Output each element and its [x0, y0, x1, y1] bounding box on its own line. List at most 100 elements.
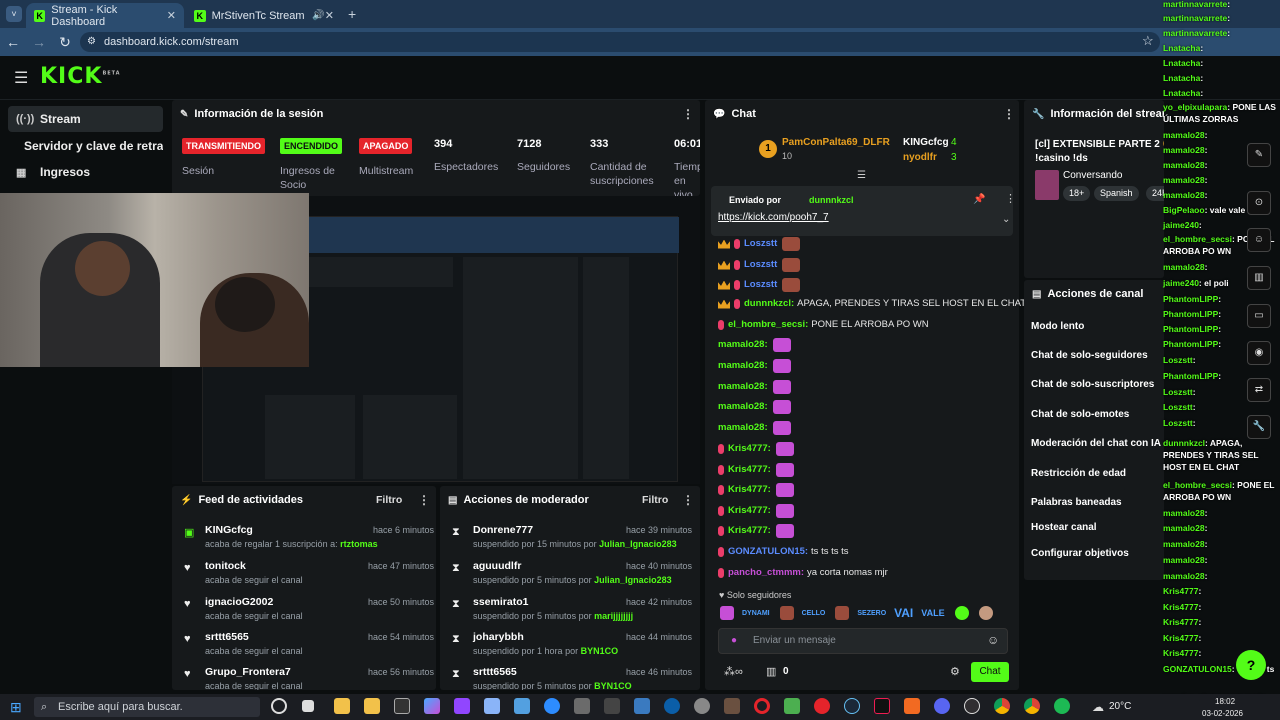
tiktok-icon[interactable]	[874, 698, 890, 714]
mod-user[interactable]: BYN1CO	[581, 646, 619, 656]
close-icon[interactable]: ✕	[325, 9, 334, 22]
action-host-channel[interactable]: Hostear canal	[1031, 522, 1097, 533]
mod-user[interactable]: marijjjjjjjj	[594, 611, 633, 621]
chat-user[interactable]: GONZATULON15:	[728, 543, 808, 561]
sidebar-item-ingresos[interactable]: ▦ Ingresos	[8, 159, 163, 185]
document-icon[interactable]: ▥	[1247, 266, 1271, 290]
chat-user[interactable]: el_hombre_secsi:	[728, 316, 808, 334]
site-info-icon[interactable]: ⚙	[87, 32, 96, 52]
emote-icon[interactable]	[720, 606, 734, 620]
tab-stream-watch[interactable]: K MrStivenTc Stream - Watch 🔊 ✕	[186, 3, 342, 28]
chat-user[interactable]: Kris4777:	[728, 522, 771, 540]
broadcast-icon[interactable]: ◉	[1247, 341, 1271, 365]
reload-icon[interactable]: ↻	[52, 34, 78, 51]
feed-user[interactable]: KINGcfcg	[205, 524, 253, 536]
chat-user[interactable]: pancho_ctmmm:	[728, 564, 804, 582]
kick-logo[interactable]: KICKBETA	[40, 64, 121, 89]
spotify-icon[interactable]	[1054, 698, 1070, 714]
discord-icon[interactable]	[934, 698, 950, 714]
mod-target-user[interactable]: aguuudlfr	[473, 560, 521, 572]
pinned-link[interactable]: https://kick.com/pooh7_7	[718, 212, 829, 223]
app-icon[interactable]	[904, 698, 920, 714]
emote-text[interactable]: VAI	[894, 606, 913, 620]
obs-icon[interactable]	[964, 698, 980, 714]
emoji-icon[interactable]: ☺	[987, 633, 999, 647]
opera-icon[interactable]	[754, 698, 770, 714]
back-icon[interactable]: ←	[0, 34, 26, 50]
chat-icon[interactable]: ▭	[1247, 304, 1271, 328]
app-icon[interactable]	[724, 698, 740, 714]
mod-target-user[interactable]: srttt6565	[473, 666, 517, 678]
menu-icon[interactable]: ☰	[14, 68, 28, 88]
app-icon[interactable]	[604, 698, 620, 714]
chat-user[interactable]: Loszstt	[744, 276, 777, 294]
feed-user[interactable]: tonitock	[205, 560, 246, 572]
mod-user[interactable]: Julian_Ignacio283	[599, 539, 677, 549]
app-icon[interactable]	[484, 698, 500, 714]
forward-icon[interactable]: →	[26, 34, 52, 50]
action-slow-mode[interactable]: Modo lento	[1031, 321, 1084, 332]
chat-send-button[interactable]: Chat	[971, 662, 1009, 682]
terminal-icon[interactable]	[394, 698, 410, 714]
chat-user[interactable]: mamalo28:	[718, 419, 768, 437]
emote-icon[interactable]	[954, 606, 969, 620]
person-icon[interactable]: ☺	[1247, 228, 1271, 252]
filter-button[interactable]: Filtro	[642, 494, 668, 506]
edit-icon[interactable]: ✎	[1247, 143, 1271, 167]
chrome-icon[interactable]	[1024, 698, 1040, 714]
windows-start-icon[interactable]: ⊞	[10, 699, 22, 716]
chat-user[interactable]: mamalo28:	[718, 398, 768, 416]
action-emotes-only[interactable]: Chat de solo-emotes	[1031, 409, 1129, 420]
mod-target-user[interactable]: joharybbh	[473, 631, 524, 643]
chat-user[interactable]: mamalo28:	[718, 336, 768, 354]
tab-kick-dashboard[interactable]: K Stream - Kick Dashboard ✕	[26, 3, 184, 28]
chat-user[interactable]: Kris4777:	[728, 440, 771, 458]
chat-user[interactable]: Loszstt	[744, 235, 777, 253]
feed-user[interactable]: Grupo_Frontera7	[205, 666, 291, 678]
more-options-icon[interactable]: ⋮	[682, 493, 694, 507]
mod-user[interactable]: BYN1CO	[594, 681, 632, 690]
bookmark-star-icon[interactable]: ☆	[1142, 33, 1154, 49]
help-button[interactable]: ?	[1236, 650, 1266, 680]
feed-user[interactable]: srttt6565	[205, 631, 249, 643]
settings-icon[interactable]	[694, 698, 710, 714]
chat-user[interactable]: Loszstt	[744, 256, 777, 274]
app-icon[interactable]	[814, 698, 830, 714]
steam-icon[interactable]	[844, 698, 860, 714]
action-age-restriction[interactable]: Restricción de edad	[1031, 468, 1126, 479]
feed-target[interactable]: rtztomas	[340, 539, 378, 549]
emote-icon[interactable]	[835, 606, 850, 620]
emote-icon[interactable]	[978, 606, 993, 620]
mod-target-user[interactable]: ssemirato1	[473, 596, 528, 608]
target-icon[interactable]: ⊙	[1247, 191, 1271, 215]
feed-user[interactable]: ignacioG2002	[205, 596, 273, 608]
emote-icon[interactable]	[779, 606, 794, 620]
tag-chip[interactable]: 24HRS	[1146, 186, 1164, 201]
emote-text[interactable]: CELLO	[802, 610, 826, 617]
more-options-icon[interactable]: ⋮	[1005, 192, 1016, 205]
category-name[interactable]: Conversando	[1063, 170, 1122, 181]
emote-text[interactable]: VALE	[921, 608, 944, 618]
tab-list-button[interactable]: ˅	[6, 6, 22, 22]
action-goals[interactable]: Configurar objetivos	[1031, 548, 1129, 559]
gift-icon[interactable]: ▥	[766, 665, 776, 678]
app-icon[interactable]	[574, 698, 590, 714]
taskview-icon[interactable]	[271, 698, 287, 714]
leaderboard-top-user[interactable]: PamConPalta69_DLFR	[782, 137, 890, 148]
zoom-icon[interactable]	[544, 698, 560, 714]
pin-icon[interactable]: 📌	[973, 194, 985, 205]
chat-user[interactable]: Kris4777:	[728, 461, 771, 479]
tag-chip[interactable]: 18+	[1063, 186, 1091, 201]
chat-user[interactable]: Kris4777:	[728, 481, 771, 499]
folder-icon[interactable]	[334, 698, 350, 714]
more-options-icon[interactable]: ⋮	[682, 107, 694, 121]
pinned-user[interactable]: dunnnkzcl	[809, 195, 854, 205]
app-icon[interactable]	[634, 698, 650, 714]
new-tab-button[interactable]: +	[348, 6, 356, 22]
chat-user[interactable]: mamalo28:	[718, 357, 768, 375]
more-options-icon[interactable]: ⋮	[1003, 107, 1015, 121]
copilot-icon[interactable]	[424, 698, 440, 714]
app-icon[interactable]	[514, 698, 530, 714]
filter-button[interactable]: Filtro	[376, 494, 402, 506]
emote-text[interactable]: DYNAMI	[742, 610, 770, 617]
